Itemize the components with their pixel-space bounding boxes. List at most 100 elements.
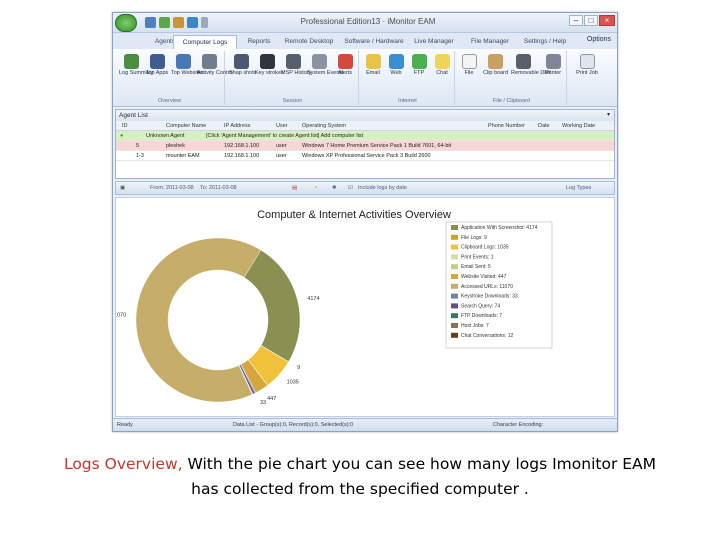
legend-label: Application With Screenshot: 4174 (461, 225, 538, 231)
legend-label: Keystroke Downloads: 33 (461, 294, 518, 300)
column-header[interactable]: Working Date (562, 121, 595, 131)
user-cell: user (276, 143, 287, 149)
ribbon-group-session: Snap shots Key strokes MSP History Syste… (227, 51, 359, 105)
legend-label: Clipboard Logs: 1035 (461, 245, 509, 251)
maximize-button[interactable]: □ (584, 15, 598, 26)
web-button[interactable]: Web (384, 54, 408, 76)
snapshots-button[interactable]: Snap shots (229, 54, 257, 76)
data-label: 4174 (307, 296, 319, 302)
computer-name-cell: Unknown Agent (146, 133, 185, 139)
ftp-button[interactable]: FTP (407, 54, 431, 76)
collapse-icon[interactable]: ▾ (607, 110, 610, 121)
legend-label: Accessed URLs: 11070 (461, 284, 513, 290)
include-logs-checkbox[interactable]: ☑ (348, 182, 353, 195)
from-date[interactable]: From: 2011-03-08 (150, 182, 194, 195)
legend-swatch (451, 293, 458, 299)
tab-remote-desktop[interactable]: Remote Desktop (279, 35, 339, 49)
os-cell: Windows 7 Home Premium Service Pack 1 Bu… (302, 143, 452, 149)
legend-swatch (451, 264, 458, 270)
chart-icon[interactable]: ◔ (314, 182, 317, 195)
column-header[interactable]: User (276, 121, 288, 131)
computer-name-cell: mounter EAM (166, 153, 200, 159)
keystrokes-button[interactable]: Key strokes (255, 54, 284, 76)
caption-highlight: Logs Overview, (63, 455, 183, 473)
legend-label: Search Query: 74 (461, 303, 500, 309)
clipboard-button[interactable]: Clip board (483, 54, 508, 76)
email-icon (365, 54, 381, 69)
events-icon (311, 54, 327, 69)
log-summary-button[interactable]: Log Summary (119, 54, 153, 76)
agent-list-panel: Agent List ▾ ID Computer Name IP Address… (115, 109, 615, 179)
ribbon-group-file-clipboard: File Clip board Removable Disk Printer F… (457, 51, 567, 105)
activity-control-button[interactable]: Activity Control (197, 54, 234, 76)
caption-line2: has collected from the specified compute… (191, 480, 529, 498)
removable-disk-button[interactable]: Removable Disk (511, 54, 551, 76)
agent-list-header: Agent List ▾ (116, 110, 614, 121)
close-button[interactable]: × (599, 15, 615, 26)
top-apps-button[interactable]: Top Apps (145, 54, 169, 76)
status-bar: Ready Data List - Group(s):0, Record(s):… (113, 418, 617, 431)
user-icon[interactable] (173, 17, 184, 28)
tab-settings-help[interactable]: Settings / Help (517, 35, 573, 49)
tab-file-manager[interactable]: File Manager (463, 35, 517, 49)
report-toolbar: ▣ From: 2011-03-08 To: 2011-03-08 ▤ ◔ ✱ … (115, 181, 615, 195)
alert-icon (337, 54, 353, 69)
msp-history-button[interactable]: MSP History (281, 54, 311, 76)
data-label: 447 (267, 396, 276, 402)
legend-swatch (451, 283, 458, 289)
camera-icon (233, 54, 249, 69)
legend-swatch (451, 225, 458, 230)
column-header[interactable]: Operating System (302, 121, 346, 131)
table-row[interactable]: ● Unknown Agent [Click 'Agent Management… (116, 131, 614, 141)
id-cell: 5 (136, 143, 140, 149)
print-job-button[interactable]: Print Job (575, 54, 599, 76)
printer-button[interactable]: Printer (541, 54, 565, 76)
tab-live-manager[interactable]: Live Manager (409, 35, 459, 49)
print-icon[interactable]: ▤ (292, 182, 297, 195)
app-menu-button[interactable] (115, 14, 137, 32)
alerts-button[interactable]: Alerts (333, 54, 357, 76)
activity-icon (201, 54, 217, 69)
data-label: 1035 (287, 379, 299, 385)
tab-reports[interactable]: Reports (239, 35, 279, 49)
ribbon-group-internet: Email Web FTP Chat Internet (361, 51, 455, 105)
options-menu[interactable]: Options (587, 36, 611, 43)
table-row[interactable]: 5 pleshek 192.168.1.100 user Windows 7 H… (116, 141, 614, 151)
column-header[interactable]: Phone Number (488, 121, 525, 131)
chart-area: Computer & Internet Activities Overview … (115, 197, 615, 417)
export-icon[interactable]: ▣ (120, 182, 125, 195)
ribbon-group-print: Print Job (569, 51, 609, 105)
column-header[interactable]: ID (122, 121, 128, 131)
file-button[interactable]: File (457, 54, 481, 76)
to-date[interactable]: To: 2011-03-08 (200, 182, 237, 195)
pie-chart: Computer & Internet Activities Overview … (116, 209, 553, 406)
email-button[interactable]: Email (361, 54, 385, 76)
column-header[interactable]: Date (538, 121, 550, 131)
window-title: Professional Edition13 · iMonitor EAM (300, 17, 436, 26)
apps-icon (149, 54, 165, 69)
system-events-button[interactable]: System Events (307, 54, 344, 76)
chart-title: Computer & Internet Activities Overview (257, 209, 451, 221)
include-logs-label: Include logs by date (358, 185, 407, 191)
column-header[interactable]: IP Address (224, 121, 251, 131)
printer-icon (545, 54, 561, 69)
minimize-button[interactable]: – (569, 15, 583, 26)
settings-icon[interactable]: ✱ (332, 182, 337, 195)
globe-icon[interactable] (187, 17, 198, 28)
tab-software-hardware[interactable]: Software / Hardware (339, 35, 409, 49)
refresh-icon[interactable] (159, 17, 170, 28)
ip-cell: [Click 'Agent Management' to create Agen… (206, 133, 364, 139)
top-websites-button[interactable]: Top Websites (171, 54, 204, 76)
column-header[interactable]: Computer Name (166, 121, 206, 131)
chat-button[interactable]: Chat (430, 54, 454, 76)
tab-computer-logs[interactable]: Computer Logs (173, 35, 237, 49)
caption: Logs Overview, With the pie chart you ca… (0, 452, 720, 502)
computer-name-cell: pleshek (166, 143, 185, 149)
user-cell: user (276, 153, 287, 159)
table-row[interactable]: 1-3 mounter EAM 192.168.1.100 user Windo… (116, 151, 614, 161)
save-icon[interactable] (145, 17, 156, 28)
dropdown-icon[interactable] (201, 17, 208, 28)
log-types-button[interactable]: Log Types (566, 182, 591, 195)
ip-cell: 192.168.1.100 (224, 153, 260, 159)
ip-cell: 192.168.1.100 (224, 143, 260, 149)
